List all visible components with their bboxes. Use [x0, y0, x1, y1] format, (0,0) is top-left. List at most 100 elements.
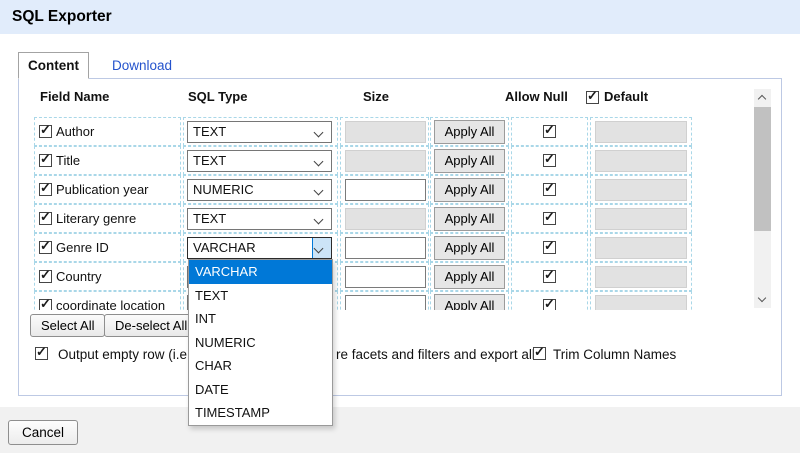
- dropdown-option[interactable]: DATE: [189, 378, 332, 402]
- apply-all-button[interactable]: Apply All: [434, 294, 505, 311]
- apply-all-cell: Apply All: [430, 117, 509, 146]
- scroll-up-icon[interactable]: [754, 89, 771, 106]
- column-header-default: Default: [604, 89, 648, 104]
- column-header-sql-type: SQL Type: [188, 89, 247, 104]
- field-checkbox[interactable]: [39, 212, 52, 225]
- output-empty-row-checkbox[interactable]: [35, 347, 48, 360]
- size-cell: [340, 291, 429, 310]
- allow-null-checkbox[interactable]: [543, 154, 556, 167]
- default-cell: [590, 233, 692, 262]
- field-name-cell: Publication year: [34, 175, 181, 204]
- sql-type-select[interactable]: TEXT: [187, 208, 332, 230]
- default-cell: [590, 204, 692, 233]
- select-all-button[interactable]: Select All: [30, 314, 105, 337]
- dialog-title: SQL Exporter: [12, 0, 112, 34]
- table-row: coordinate location Apply All: [34, 291, 694, 310]
- output-empty-row-label-left: Output empty row (i.e.: [58, 347, 191, 362]
- allow-null-checkbox[interactable]: [543, 125, 556, 138]
- allow-null-cell: [511, 117, 588, 146]
- column-header-size: Size: [363, 89, 389, 104]
- size-cell: [340, 175, 429, 204]
- table-row: Title TEXT Apply All: [34, 146, 694, 175]
- apply-all-button[interactable]: Apply All: [434, 236, 505, 260]
- vertical-scrollbar[interactable]: [754, 89, 771, 308]
- sql-type-select[interactable]: TEXT: [187, 121, 332, 143]
- field-name-label: Literary genre: [56, 211, 136, 226]
- apply-all-button[interactable]: Apply All: [434, 178, 505, 202]
- apply-all-button[interactable]: Apply All: [434, 207, 505, 231]
- allow-null-checkbox[interactable]: [543, 270, 556, 283]
- allow-null-cell: [511, 204, 588, 233]
- sql-type-value: TEXT: [193, 124, 226, 139]
- field-checkbox[interactable]: [39, 183, 52, 196]
- sql-type-select[interactable]: VARCHAR: [187, 237, 332, 259]
- allow-null-checkbox[interactable]: [543, 299, 556, 310]
- default-input: [595, 179, 687, 201]
- field-checkbox[interactable]: [39, 270, 52, 283]
- field-name-cell: Literary genre: [34, 204, 181, 233]
- sql-type-value: NUMERIC: [193, 182, 254, 197]
- sql-type-cell: VARCHAR: [183, 233, 338, 262]
- tab-content[interactable]: Content: [18, 52, 89, 79]
- size-input[interactable]: [345, 179, 426, 201]
- apply-all-button[interactable]: Apply All: [434, 120, 505, 144]
- sql-type-value: TEXT: [193, 211, 226, 226]
- size-cell: [340, 146, 429, 175]
- allow-null-checkbox[interactable]: [543, 241, 556, 254]
- dropdown-option[interactable]: VARCHAR: [189, 260, 332, 284]
- size-cell: [340, 204, 429, 233]
- field-checkbox[interactable]: [39, 154, 52, 167]
- sql-type-cell: NUMERIC: [183, 175, 338, 204]
- size-cell: [340, 262, 429, 291]
- default-input: [595, 121, 687, 143]
- field-checkbox[interactable]: [39, 299, 52, 310]
- allow-null-checkbox[interactable]: [543, 183, 556, 196]
- field-checkbox[interactable]: [39, 125, 52, 138]
- dialog-titlebar: SQL Exporter: [0, 0, 800, 34]
- size-input[interactable]: [345, 237, 426, 259]
- allow-null-cell: [511, 146, 588, 175]
- field-name-label: Author: [56, 124, 94, 139]
- deselect-all-button[interactable]: De-select All: [104, 314, 198, 337]
- trim-column-names-checkbox[interactable]: [533, 347, 546, 360]
- sql-type-cell: TEXT: [183, 117, 338, 146]
- dropdown-option[interactable]: CHAR: [189, 354, 332, 378]
- dropdown-option[interactable]: TEXT: [189, 284, 332, 308]
- dropdown-option[interactable]: TIMESTAMP: [189, 401, 332, 425]
- field-checkbox[interactable]: [39, 241, 52, 254]
- field-name-cell: Author: [34, 117, 181, 146]
- default-cell: [590, 175, 692, 204]
- field-name-cell: Genre ID: [34, 233, 181, 262]
- field-name-label: Country: [56, 269, 102, 284]
- sql-type-select[interactable]: TEXT: [187, 150, 332, 172]
- field-name-label: Publication year: [56, 182, 149, 197]
- sql-type-select[interactable]: NUMERIC: [187, 179, 332, 201]
- apply-all-button[interactable]: Apply All: [434, 265, 505, 289]
- field-name-cell: Country: [34, 262, 181, 291]
- chevron-down-icon: [314, 156, 324, 166]
- default-cell: [590, 291, 692, 310]
- default-cell: [590, 146, 692, 175]
- scrollbar-thumb[interactable]: [754, 107, 771, 231]
- apply-all-cell: Apply All: [430, 262, 509, 291]
- cancel-button[interactable]: Cancel: [8, 420, 78, 445]
- dropdown-option[interactable]: NUMERIC: [189, 331, 332, 355]
- allow-null-checkbox[interactable]: [543, 212, 556, 225]
- size-input[interactable]: [345, 295, 426, 311]
- size-input[interactable]: [345, 266, 426, 288]
- field-name-label: Genre ID: [56, 240, 109, 255]
- field-name-cell: coordinate location: [34, 291, 181, 310]
- allow-null-cell: [511, 233, 588, 262]
- dropdown-option[interactable]: INT: [189, 307, 332, 331]
- output-empty-row-label-right: re facets and filters and export all: [336, 347, 535, 362]
- apply-all-button[interactable]: Apply All: [434, 149, 505, 173]
- default-input: [595, 237, 687, 259]
- default-input: [595, 208, 687, 230]
- header-default-toggle-checkbox[interactable]: [586, 91, 599, 104]
- sql-type-value: VARCHAR: [193, 240, 256, 255]
- scroll-down-icon[interactable]: [754, 291, 771, 308]
- table-row: Publication year NUMERIC Apply All: [34, 175, 694, 204]
- tab-download[interactable]: Download: [104, 52, 180, 79]
- field-name-cell: Title: [34, 146, 181, 175]
- field-name-label: coordinate location: [56, 298, 165, 310]
